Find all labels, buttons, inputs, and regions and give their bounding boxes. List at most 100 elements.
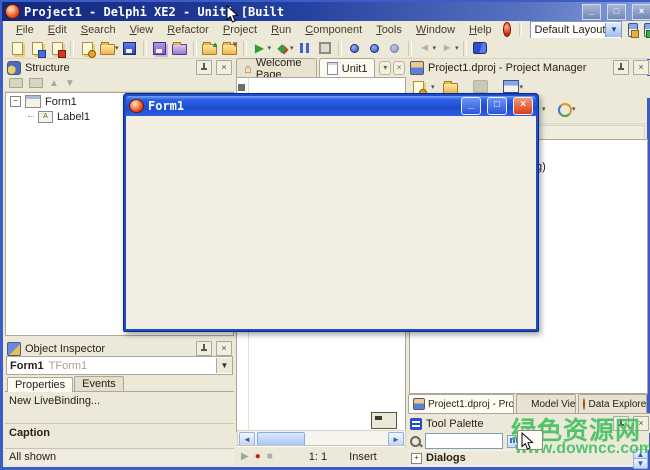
structure-header[interactable]: Structure × — [5, 60, 234, 75]
open-file-button[interactable] — [97, 39, 117, 57]
menu-view[interactable]: View — [123, 23, 161, 37]
move-down-icon[interactable]: ▼ — [65, 78, 75, 89]
menu-project[interactable]: Project — [216, 23, 264, 37]
window-titlebar[interactable]: Project1 - Delphi XE2 - Unit1 [Built _ □… — [2, 2, 650, 21]
form-designer-window[interactable]: Form1 _ □ × — [123, 93, 539, 332]
tab-label: Unit1 — [342, 63, 368, 75]
open-project-icon — [172, 44, 187, 55]
tab-label: Project1.dproj - Project... — [428, 399, 514, 410]
run-until-return-button[interactable] — [385, 39, 405, 57]
palette-scroll-down-icon[interactable]: ▼ — [633, 458, 648, 469]
new-unit-button[interactable] — [7, 39, 27, 57]
combo-dropdown-icon[interactable]: ▼ — [216, 358, 232, 373]
save-button[interactable] — [120, 39, 140, 57]
editor-statusbar: ▶ ● ■ 1: 1 Insert — [236, 446, 405, 466]
close-tab-button[interactable]: × — [393, 61, 405, 75]
trace-into-button[interactable] — [345, 39, 365, 57]
remove-from-project-button[interactable]: ▼ — [220, 39, 240, 57]
sync-icon[interactable] — [558, 103, 572, 117]
caption-property-row[interactable]: Caption — [5, 424, 234, 441]
pin-button[interactable] — [196, 341, 212, 356]
scroll-right-icon[interactable]: ► — [388, 432, 404, 446]
close-panel-button[interactable]: × — [633, 60, 649, 75]
new-items-button[interactable] — [77, 39, 97, 57]
program-reset-button[interactable] — [315, 39, 335, 57]
new-livebinding-item[interactable]: New LiveBinding... — [5, 392, 234, 409]
close-panel-button[interactable]: × — [216, 60, 232, 75]
form-maximize-button[interactable]: □ — [487, 97, 507, 115]
menu-tools[interactable]: Tools — [369, 23, 409, 37]
expand-folder-icon[interactable] — [29, 78, 43, 88]
category-standard[interactable]: + Standard — [408, 465, 634, 467]
menu-file[interactable]: File — [9, 23, 41, 37]
layout-combo[interactable]: Default Layout ▼ — [530, 21, 622, 39]
target-dropdown-icon[interactable]: ▾ — [520, 83, 524, 91]
save-all-icon — [153, 42, 166, 55]
form-titlebar[interactable]: Form1 _ □ × — [126, 96, 536, 116]
close-panel-button[interactable]: × — [216, 341, 232, 356]
palette-search-input[interactable] — [425, 433, 503, 449]
collapse-folder-icon[interactable] — [9, 78, 23, 88]
activate-target-icon[interactable] — [503, 80, 519, 93]
step-over-button[interactable] — [365, 39, 385, 57]
dropdown-icon[interactable]: ▾ — [572, 105, 576, 113]
scroll-left-icon[interactable]: ◄ — [239, 432, 255, 446]
maximize-button[interactable]: □ — [607, 4, 626, 20]
run-without-debugging-button[interactable]: ◆ — [272, 39, 292, 57]
save-all-button[interactable] — [150, 39, 170, 57]
use-unit-button[interactable] — [27, 39, 47, 57]
dropdown-icon[interactable]: ▾ — [542, 105, 546, 113]
collapse-node-icon[interactable]: − — [10, 96, 21, 107]
form-minimize-button[interactable]: _ — [461, 97, 481, 115]
menu-search[interactable]: Search — [74, 23, 123, 37]
help-button[interactable] — [470, 39, 490, 57]
menu-component[interactable]: Component — [298, 23, 369, 37]
project-manager-header[interactable]: Project1.dproj - Project Manager × — [408, 60, 650, 75]
tab-list-chevron-button[interactable]: ▾ — [379, 61, 391, 75]
menu-run[interactable]: Run — [264, 23, 298, 37]
remove-file-button[interactable] — [47, 39, 67, 57]
set-debug-desktop-button[interactable] — [644, 23, 650, 37]
menu-help[interactable]: Help — [462, 23, 499, 37]
macro-record-icon[interactable]: ● — [255, 451, 261, 462]
expand-plus-icon[interactable]: + — [411, 453, 422, 464]
tab-welcome-page[interactable]: ⌂ Welcome Page — [236, 58, 317, 78]
combo-dropdown-icon[interactable]: ▼ — [605, 23, 621, 37]
run-button[interactable]: ▶ — [250, 39, 270, 57]
separator — [519, 23, 522, 36]
form-node-icon — [25, 95, 41, 108]
menu-bar: File Edit Search View Refactor Project R… — [3, 21, 650, 39]
add-to-project-button[interactable]: ▲ — [200, 39, 220, 57]
tab-events[interactable]: Events — [74, 376, 124, 391]
designer-handle[interactable] — [238, 84, 245, 91]
save-desktop-button[interactable] — [628, 23, 637, 37]
object-selector-combo[interactable]: Form1 TForm1 ▼ — [6, 356, 233, 375]
tab-label: Data Explorer — [588, 399, 647, 410]
form-design-surface[interactable] — [126, 116, 536, 329]
tab-unit1[interactable]: Unit1 — [319, 58, 376, 78]
object-inspector-header[interactable]: Object Inspector × — [5, 341, 234, 356]
pause-button[interactable] — [295, 39, 315, 57]
menu-edit[interactable]: Edit — [41, 23, 74, 37]
minimize-button[interactable]: _ — [582, 4, 601, 20]
navigate-back-button[interactable]: ◄ — [415, 39, 435, 57]
tab-project-manager[interactable]: Project1.dproj - Project... — [408, 394, 514, 413]
new-project-dropdown-icon[interactable]: ▾ — [431, 83, 435, 91]
move-up-icon[interactable]: ▲ — [49, 78, 59, 89]
close-button[interactable]: × — [632, 4, 650, 20]
navigate-forward-button[interactable]: ► — [437, 39, 457, 57]
open-project-icon[interactable] — [443, 83, 458, 94]
pin-button[interactable] — [196, 60, 212, 75]
tab-properties[interactable]: Properties — [7, 377, 73, 392]
open-project-button[interactable] — [170, 39, 190, 57]
macro-play-icon[interactable]: ▶ — [241, 451, 249, 462]
desktop-speedsetting-icon[interactable] — [503, 22, 512, 37]
form-close-button[interactable]: × — [513, 97, 533, 115]
menu-refactor[interactable]: Refactor — [160, 23, 216, 37]
scrollbar-thumb[interactable] — [257, 432, 305, 446]
menu-window[interactable]: Window — [409, 23, 462, 37]
delphi-app-icon — [5, 4, 20, 19]
macro-stop-icon[interactable]: ■ — [267, 451, 273, 462]
pin-button[interactable] — [613, 60, 629, 75]
pin-icon — [200, 344, 208, 353]
